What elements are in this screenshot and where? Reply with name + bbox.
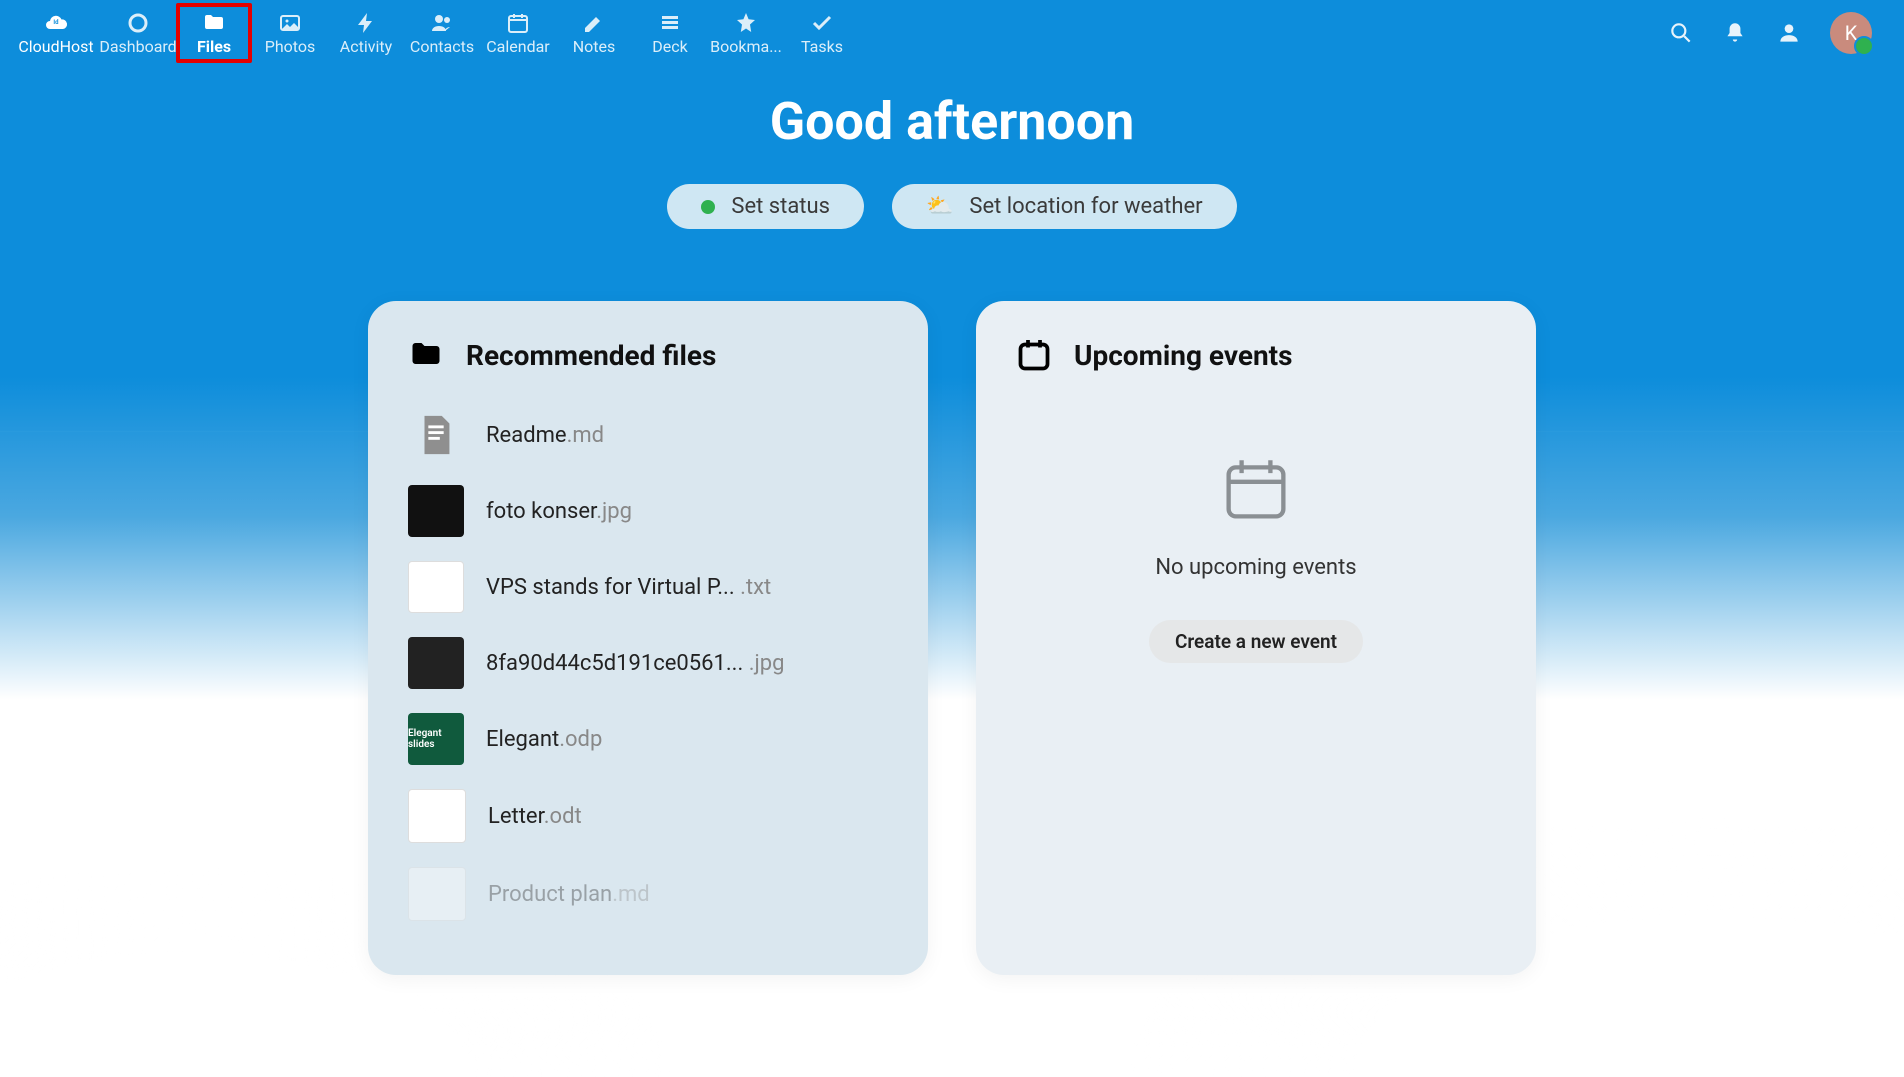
nav-notes[interactable]: Notes [556,3,632,63]
brand-label: CloudHost [18,37,93,56]
circle-icon [126,11,150,35]
file-row-letter[interactable]: Letter.odt [408,789,888,843]
set-weather-label: Set location for weather [969,194,1202,219]
recommended-panel: Recommended files Readme.md foto konser.… [368,301,928,975]
nav-calendar[interactable]: Calendar [480,3,556,63]
avatar[interactable]: K [1830,12,1872,54]
file-row-readme[interactable]: Readme.md [408,409,888,461]
calendar-solid-icon [1016,337,1052,373]
nav-photos[interactable]: Photos [252,3,328,63]
file-thumb: Elegant slides [408,713,464,765]
set-status-label: Set status [731,194,830,219]
check-icon [810,11,834,35]
no-events-message: No upcoming events [1155,555,1356,580]
file-label: 8fa90d44c5d191ce0561... .jpg [486,651,785,676]
contacts-icon[interactable] [1776,20,1802,46]
file-label: Product plan.md [488,882,650,907]
file-row-vps[interactable]: VPS stands for Virtual P... .txt [408,561,888,613]
weather-icon: ⛅ [926,194,953,219]
nav-deck-label: Deck [652,37,687,56]
recommended-head: Recommended files [408,337,888,373]
folder-icon [202,11,226,35]
cloud-icon: Id [44,11,68,35]
events-title: Upcoming events [1074,339,1293,372]
nav-photos-label: Photos [265,37,316,56]
search-icon[interactable] [1668,20,1694,46]
photo-icon [278,11,302,35]
events-panel: Upcoming events No upcoming events Creat… [976,301,1536,975]
nav-bookmarks[interactable]: Bookma... [708,3,784,63]
file-thumb [408,485,464,537]
top-nav: Id CloudHost Dashboard Files Photos Acti… [0,0,1904,66]
nav-tasks[interactable]: Tasks [784,3,860,63]
set-status-button[interactable]: Set status [667,184,864,229]
nav-notes-label: Notes [573,37,616,56]
set-weather-button[interactable]: ⛅ Set location for weather [892,184,1237,229]
folder-solid-icon [408,337,444,373]
events-empty: No upcoming events Create a new event [1016,453,1496,663]
file-label: foto konser.jpg [486,499,632,524]
file-label: VPS stands for Virtual P... .txt [486,575,771,600]
nav-dashboard[interactable]: Dashboard [100,3,176,63]
nav-right: K [1668,12,1892,54]
file-thumb [408,637,464,689]
nav-contacts-label: Contacts [410,37,474,56]
file-label: Elegant.odp [486,727,602,752]
nav-calendar-label: Calendar [486,37,549,56]
calendar-outline-icon [1220,453,1292,525]
recommended-title: Recommended files [466,339,716,372]
file-thumb [408,789,466,843]
file-thumb [408,561,464,613]
brand-logo[interactable]: Id CloudHost [12,3,100,63]
create-event-button[interactable]: Create a new event [1149,620,1363,663]
file-label: Letter.odt [488,804,582,829]
stack-icon [658,11,682,35]
file-thumb [408,409,464,461]
nav-files-label: Files [197,37,231,56]
nav-bookmarks-label: Bookma... [710,37,782,56]
file-thumb [408,867,466,921]
pill-row: Set status ⛅ Set location for weather [0,184,1904,229]
card-row: Recommended files Readme.md foto konser.… [0,301,1904,975]
file-row-elegant[interactable]: Elegant slides Elegant.odp [408,713,888,765]
nav-tasks-label: Tasks [801,37,843,56]
nav-activity-label: Activity [340,37,392,56]
people-icon [430,11,454,35]
file-label: Readme.md [486,423,604,448]
nav-deck[interactable]: Deck [632,3,708,63]
status-dot-icon [701,200,715,214]
nav-dashboard-label: Dashboard [99,37,176,56]
bell-icon[interactable] [1722,20,1748,46]
pencil-icon [582,11,606,35]
calendar-icon [506,11,530,35]
nav-files[interactable]: Files [176,3,252,63]
nav-contacts[interactable]: Contacts [404,3,480,63]
nav-left: Id CloudHost Dashboard Files Photos Acti… [12,3,860,63]
status-indicator [1854,36,1874,56]
star-icon [734,11,758,35]
svg-text:Id: Id [53,19,59,26]
bolt-icon [354,11,378,35]
file-row-fotokonser[interactable]: foto konser.jpg [408,485,888,537]
greeting: Good afternoon [0,91,1904,152]
file-row-8fa90d[interactable]: 8fa90d44c5d191ce0561... .jpg [408,637,888,689]
file-row-productplan[interactable]: Product plan.md [408,867,888,921]
events-head: Upcoming events [1016,337,1496,373]
nav-activity[interactable]: Activity [328,3,404,63]
